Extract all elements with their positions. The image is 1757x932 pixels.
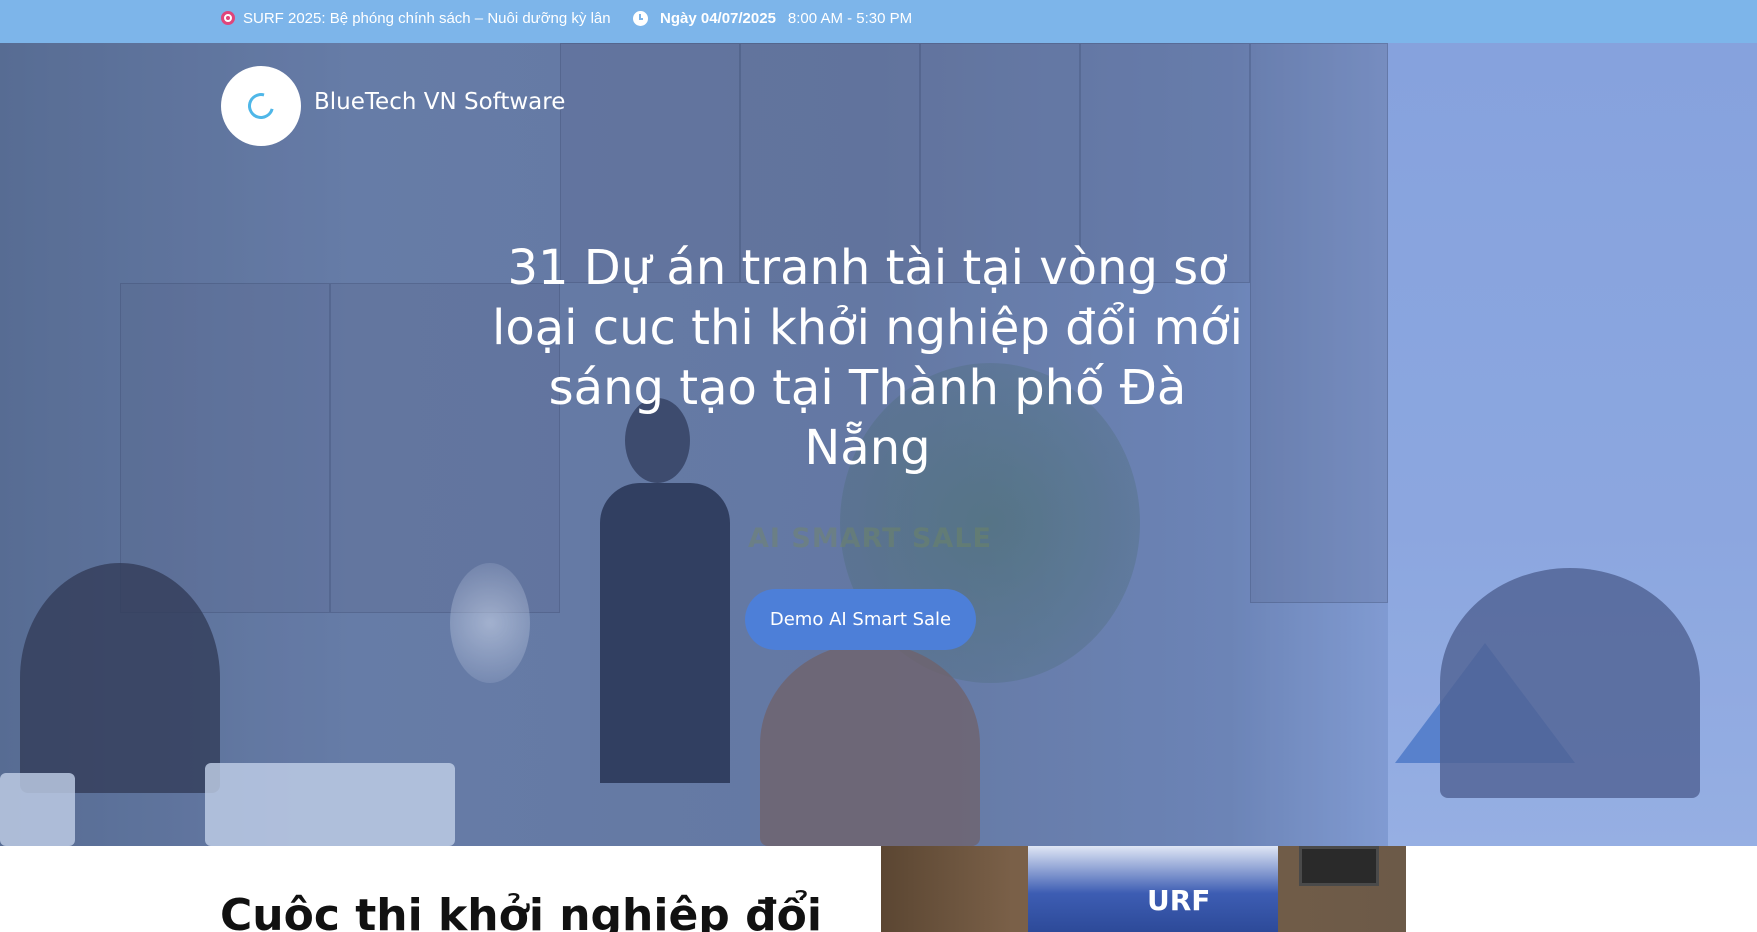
content-section: Cuộc thi khởi nghiệp đổi URF xyxy=(0,846,1757,932)
clock-icon xyxy=(633,10,648,26)
target-icon xyxy=(221,11,235,25)
event-time: 8:00 AM - 5:30 PM xyxy=(787,9,913,27)
section-heading: Cuộc thi khởi nghiệp đổi xyxy=(220,890,822,932)
announcement[interactable]: SURF 2025: Bệ phóng chính sách – Nuôi dư… xyxy=(221,0,611,36)
bluetech-logo-icon xyxy=(243,88,279,124)
event-date: Ngày 04/07/2025 xyxy=(660,9,776,27)
demo-ai-smart-sale-button[interactable]: Demo AI Smart Sale xyxy=(745,589,976,650)
hero-section: BlueTech VN Software 31 Dự án tranh tài … xyxy=(0,43,1757,846)
brand-name[interactable]: BlueTech VN Software xyxy=(314,89,565,115)
event-photo: URF xyxy=(881,846,1406,932)
hero-title: 31 Dự án tranh tài tại vòng sơ loại cuc … xyxy=(492,240,1243,476)
wall-screen xyxy=(1299,846,1379,886)
logo[interactable] xyxy=(221,66,301,146)
announcement-text[interactable]: SURF 2025: Bệ phóng chính sách – Nuôi dư… xyxy=(243,10,611,27)
background-watermark-text: AI SMART SALE xyxy=(748,523,992,554)
event-schedule: Ngày 04/07/2025 8:00 AM - 5:30 PM xyxy=(633,0,912,36)
top-info-bar: SURF 2025: Bệ phóng chính sách – Nuôi dư… xyxy=(0,0,1757,43)
banner-logo-text: URF xyxy=(1147,884,1211,917)
